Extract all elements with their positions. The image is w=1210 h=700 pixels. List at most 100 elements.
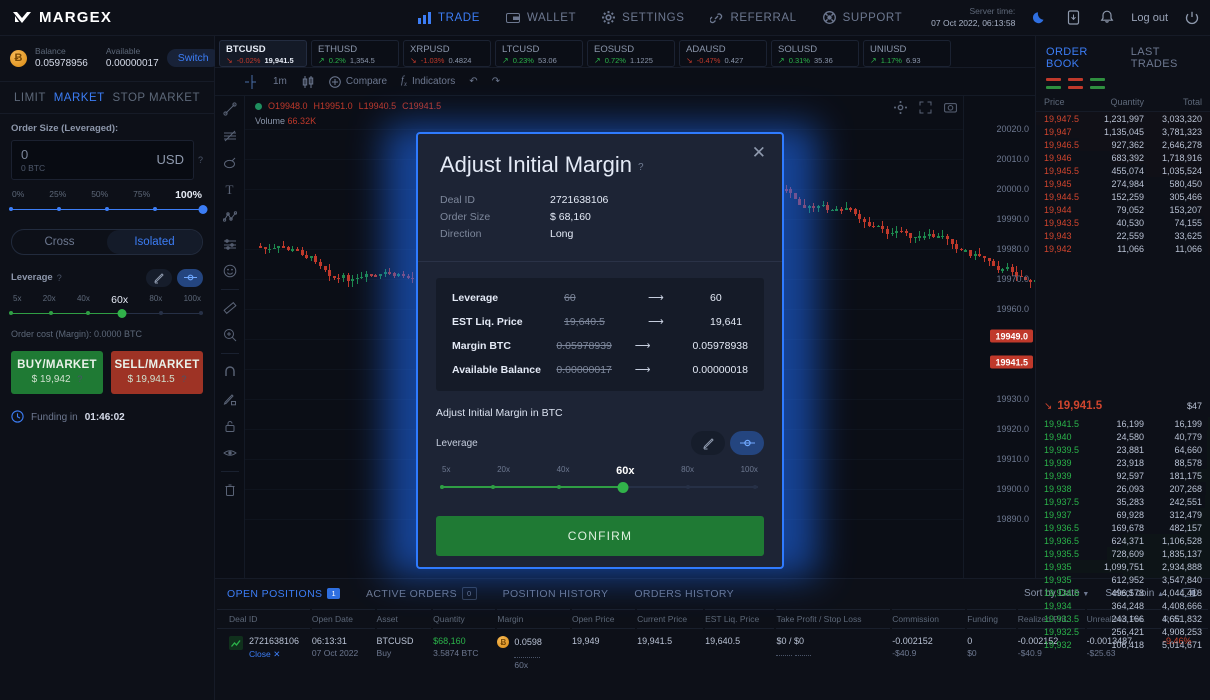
order-book-row[interactable]: 19,937 69,928 312,479 [1036,508,1210,521]
modal-close-button[interactable]: ✕ [752,144,766,161]
switch-account-button[interactable]: Switch [166,49,220,68]
table-row[interactable]: 2721638106 Close ✕ 06:13:31 07 Oct 2022 B… [217,631,1208,675]
trash-icon[interactable] [221,481,239,499]
nav-item-referral[interactable]: REFERRAL [710,11,796,24]
candle-style-icon[interactable] [301,75,315,89]
margin-mode-isolated[interactable]: Isolated [107,229,202,254]
order-book-row[interactable]: 19,935 1,099,751 2,934,888 [1036,560,1210,573]
pattern-icon[interactable] [221,208,239,226]
confirm-button[interactable]: CONFIRM [436,516,764,556]
cell-tpsl[interactable]: $0 / $0 [776,636,890,646]
lock-icon[interactable] [221,417,239,435]
symbol-tab-xrpusd[interactable]: XRPUSD ↘ -1.03% 0.4824 [403,40,491,67]
ruler-icon[interactable] [221,299,239,317]
leverage-track[interactable] [9,308,204,320]
notifications-bell-icon[interactable] [1097,8,1117,28]
indicators-button[interactable]: fx Indicators [401,75,455,88]
order-book-row[interactable]: 19,935.5 728,609 1,835,137 [1036,547,1210,560]
tab-last-trades[interactable]: LAST TRADES [1131,46,1200,70]
sell-help-icon[interactable]: ? [182,374,187,384]
tab-order-book[interactable]: ORDER BOOK [1046,46,1115,70]
buy-help-icon[interactable]: ? [77,374,82,384]
order-book-row[interactable]: 19,944 79,052 153,207 [1036,203,1210,216]
magnet-icon[interactable] [221,363,239,381]
nav-item-wallet[interactable]: WALLET [505,12,576,24]
interval-selector[interactable]: 1m [273,76,287,87]
symbol-tab-eosusd[interactable]: EOSUSD ↗ 0.72% 1.1225 [587,40,675,67]
view-bids-icon[interactable] [1090,78,1105,89]
order-book-row[interactable]: 19,938 26,093 207,268 [1036,482,1210,495]
order-book-row[interactable]: 19,939.5 23,881 64,660 [1036,443,1210,456]
order-book-row[interactable]: 19,945.5 455,074 1,035,524 [1036,164,1210,177]
cell-margin-leverage[interactable]: 60x [514,660,528,670]
close-position-link[interactable]: Close [249,649,271,659]
order-book-row[interactable]: 19,934.5 496,578 4,044,418 [1036,586,1210,599]
symbol-tab-ethusd[interactable]: ETHUSD ↗ 0.2% 1,354.5 [311,40,399,67]
order-book-row[interactable]: 19,939 92,597 181,175 [1036,469,1210,482]
symbol-tab-solusd[interactable]: SOLUSD ↗ 0.31% 35.36 [771,40,859,67]
order-book-row[interactable]: 19,932.5 256,421 4,908,253 [1036,625,1210,638]
tab-open-positions[interactable]: OPEN POSITIONS 1 [227,588,341,600]
buy-market-button[interactable]: BUY/MARKET $ 19,942 ? [11,350,103,394]
crosshair-icon[interactable] [245,74,259,89]
modal-leverage-knob[interactable] [617,482,629,493]
view-both-icon[interactable] [1046,78,1061,89]
order-book-row[interactable]: 19,946.5 927,362 2,646,278 [1036,138,1210,151]
order-book-row[interactable]: 19,947.5 1,231,997 3,033,320 [1036,112,1210,125]
order-book-row[interactable]: 19,934 364,248 4,408,666 [1036,599,1210,612]
tab-market[interactable]: MARKET [54,92,105,104]
sell-market-button[interactable]: SELL/MARKET $ 19,941.5 ? [111,350,203,394]
mobile-app-icon[interactable] [1063,8,1083,28]
order-book-row[interactable]: 19,943.5 40,530 74,155 [1036,216,1210,229]
order-book-row[interactable]: 19,946 683,392 1,718,916 [1036,151,1210,164]
order-size-help-icon[interactable]: ? [198,155,203,165]
order-book-row[interactable]: 19,933.5 243,166 4,651,832 [1036,612,1210,625]
logout-button[interactable]: Log out [1131,12,1168,24]
order-book-row[interactable]: 19,944.5 152,259 305,466 [1036,190,1210,203]
order-book-row[interactable]: 19,942 11,066 11,066 [1036,242,1210,255]
eye-icon[interactable] [221,444,239,462]
order-book-row[interactable]: 19,940 24,580 40,779 [1036,430,1210,443]
margin-mode-cross[interactable]: Cross [12,230,107,254]
fibonacci-icon[interactable] [221,127,239,145]
leverage-slider-button[interactable] [177,268,203,287]
leverage-edit-button[interactable] [146,268,172,287]
redo-icon[interactable]: ↷ [492,76,500,87]
nav-item-support[interactable]: SUPPORT [822,11,903,24]
zoom-in-icon[interactable] [221,326,239,344]
theme-moon-icon[interactable] [1029,8,1049,28]
order-book-row[interactable]: 19,936.5 624,371 1,106,528 [1036,534,1210,547]
nav-item-settings[interactable]: SETTINGS [602,11,684,24]
symbol-tab-ltcusd[interactable]: LTCUSD ↗ 0.23% 53.06 [495,40,583,67]
brand-logo[interactable]: MARGEX [0,9,112,26]
modal-leverage-track[interactable] [440,480,758,494]
close-icon[interactable]: ✕ [273,649,280,659]
undo-icon[interactable]: ↶ [469,76,477,87]
symbol-tab-uniusd[interactable]: UNIUSD ↗ 1.17% 6.93 [863,40,951,67]
order-book-row[interactable]: 19,947 1,135,045 3,781,323 [1036,125,1210,138]
leverage-slider[interactable]: 5x 20x 40x 60x 80x 100x [9,294,204,320]
tab-active-orders[interactable]: ACTIVE ORDERS 0 [366,587,477,600]
order-book-row[interactable]: 19,941.5 16,199 16,199 [1036,417,1210,430]
nav-item-trade[interactable]: TRADE [418,11,480,24]
percent-track[interactable] [9,204,208,216]
logout-power-icon[interactable] [1182,8,1202,28]
leverage-slider-knob[interactable] [117,309,127,319]
order-book-row[interactable]: 19,932 106,418 5,014,671 [1036,638,1210,651]
symbol-tab-adausd[interactable]: ADAUSD ↘ -0.47% 0.427 [679,40,767,67]
order-size-input[interactable]: 0 0 BTC USD [11,139,194,180]
modal-title-help-icon[interactable]: ? [638,162,644,173]
forecast-icon[interactable] [221,235,239,253]
modal-leverage-edit-button[interactable] [691,431,725,455]
modal-leverage-slider-button[interactable] [730,431,764,455]
order-size-percent-slider[interactable]: 0% 25% 50% 75% 100% [9,189,208,216]
tab-position-history[interactable]: POSITION HISTORY [503,588,609,600]
emoji-icon[interactable] [221,262,239,280]
order-book-row[interactable]: 19,935 612,952 3,547,840 [1036,573,1210,586]
order-book-row[interactable]: 19,939 23,918 88,578 [1036,456,1210,469]
leverage-help-icon[interactable]: ? [57,273,62,283]
trendline-icon[interactable] [221,100,239,118]
symbol-tab-btcusd[interactable]: BTCUSD ↘ -0.02% 19,941.5 [219,40,307,67]
order-book-row[interactable]: 19,936.5 169,678 482,157 [1036,521,1210,534]
order-book-row[interactable]: 19,937.5 35,283 242,551 [1036,495,1210,508]
